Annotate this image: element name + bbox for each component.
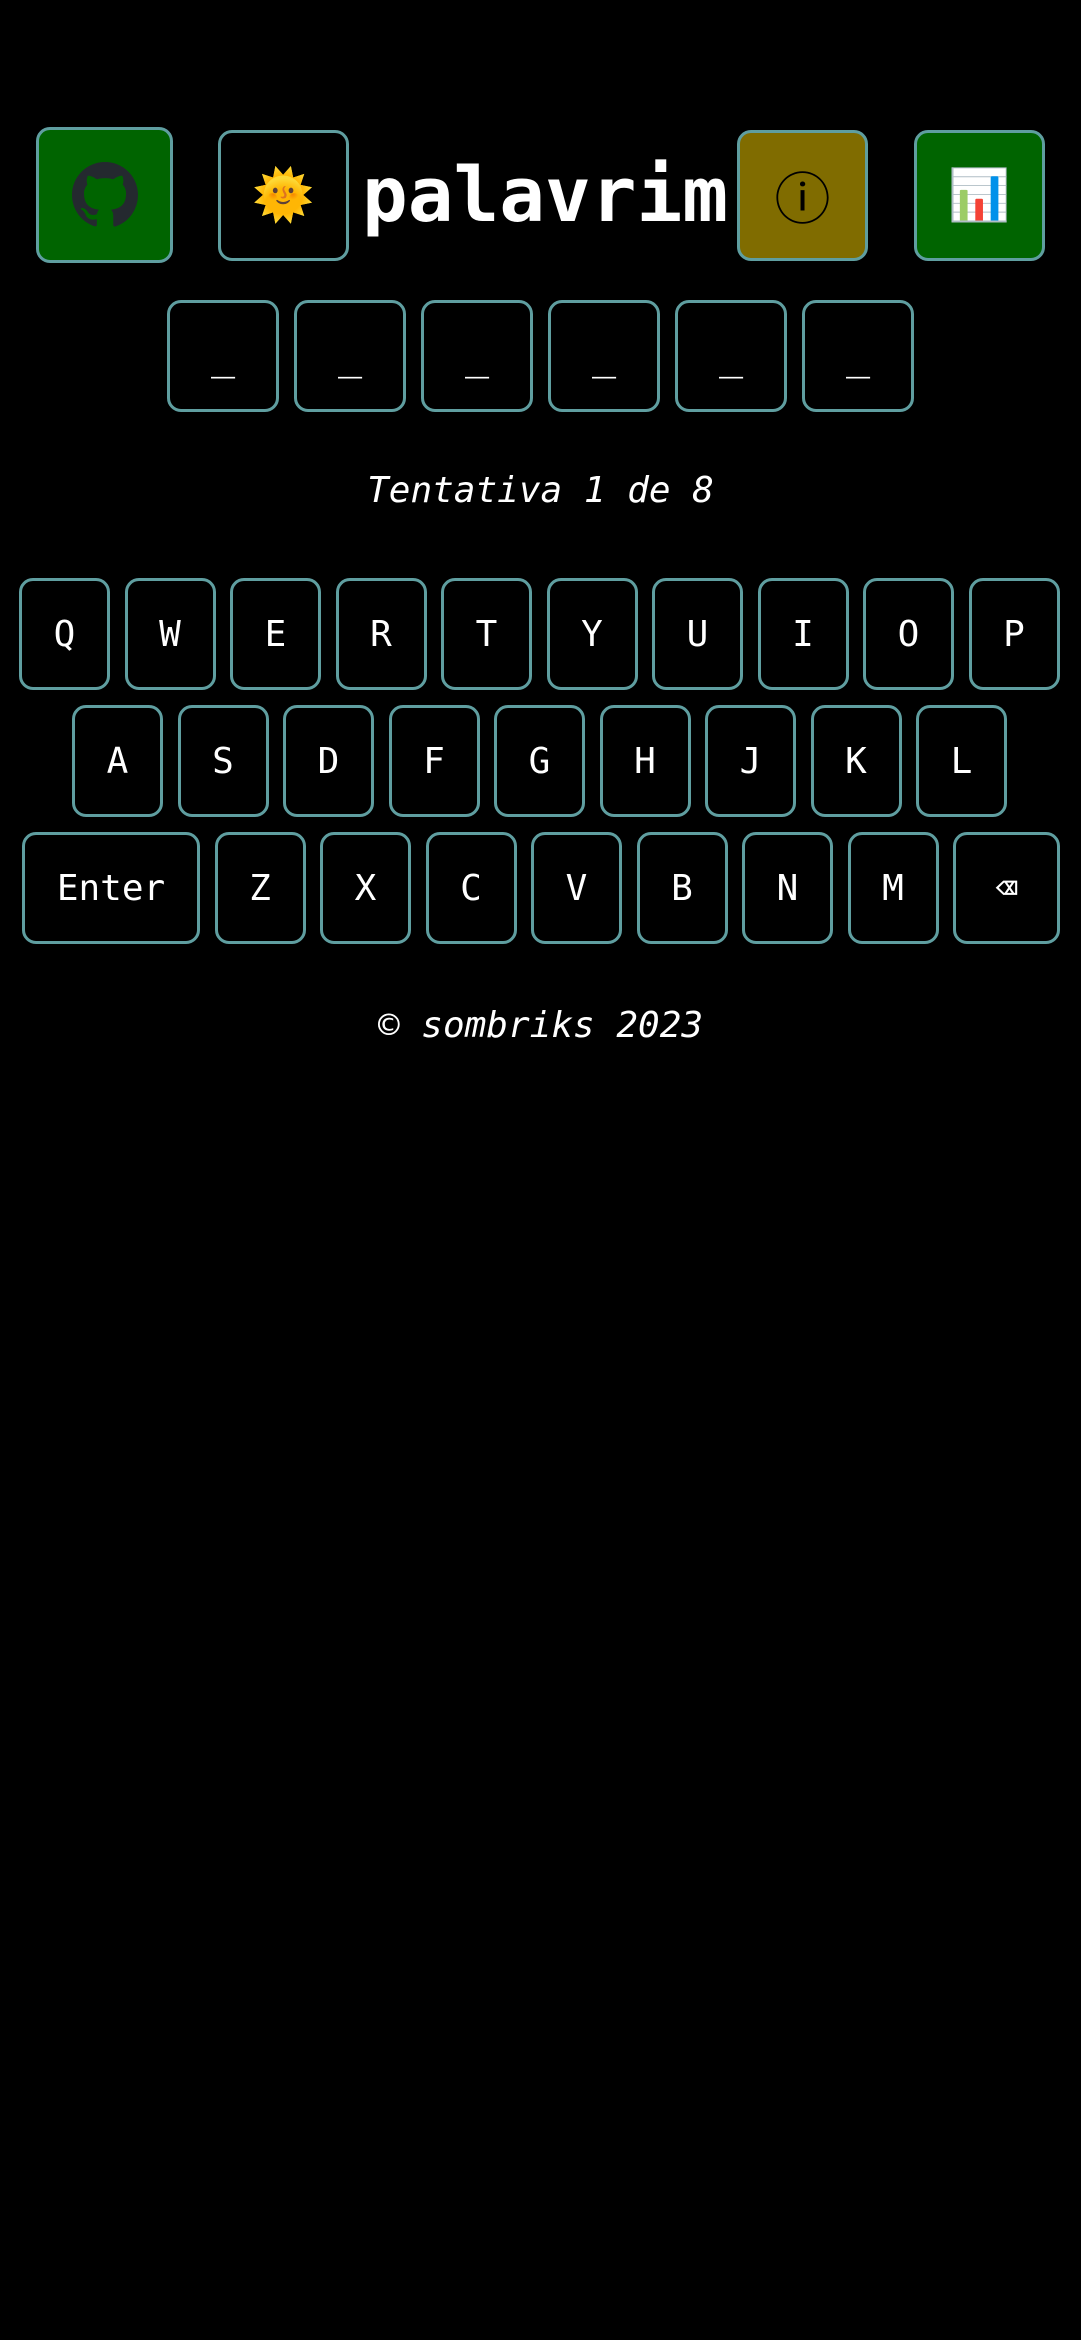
key-t[interactable]: T	[441, 578, 532, 690]
key-k[interactable]: K	[810, 705, 902, 817]
info-icon: ⓘ	[774, 168, 831, 233]
key-n[interactable]: N	[742, 832, 833, 944]
letter-tile: _	[675, 300, 787, 412]
key-f[interactable]: F	[388, 705, 480, 817]
sun-icon: 🌞	[252, 166, 315, 224]
key-s[interactable]: S	[177, 705, 269, 817]
key-w[interactable]: W	[124, 578, 216, 690]
info-button[interactable]: ⓘ	[737, 130, 868, 261]
key-q[interactable]: Q	[19, 578, 110, 690]
letter-tile: _	[548, 300, 660, 412]
key-m[interactable]: M	[847, 832, 939, 944]
key-h[interactable]: H	[599, 705, 691, 817]
key-x[interactable]: X	[320, 832, 411, 944]
backspace-key[interactable]: ⌫	[953, 832, 1060, 944]
github-button[interactable]	[36, 127, 173, 263]
letter-tile: _	[167, 300, 279, 412]
key-j[interactable]: J	[705, 705, 796, 817]
app-title: palavrim	[361, 150, 729, 239]
key-z[interactable]: Z	[214, 832, 306, 944]
key-a[interactable]: A	[72, 705, 163, 817]
key-y[interactable]: Y	[546, 578, 638, 690]
letter-tile: _	[802, 300, 914, 412]
key-p[interactable]: P	[968, 578, 1060, 690]
github-icon	[71, 162, 138, 227]
theme-toggle-button[interactable]: 🌞	[218, 130, 349, 261]
bar-chart-icon: 📊	[948, 166, 1011, 224]
letter-tile: _	[421, 300, 533, 412]
stats-button[interactable]: 📊	[914, 130, 1045, 261]
key-u[interactable]: U	[652, 578, 743, 690]
key-d[interactable]: D	[283, 705, 374, 817]
key-b[interactable]: B	[636, 832, 728, 944]
key-o[interactable]: O	[863, 578, 954, 690]
enter-key[interactable]: Enter	[22, 832, 200, 944]
letter-tile: _	[294, 300, 406, 412]
footer-copyright: © sombriks 2023	[377, 1005, 704, 1046]
key-c[interactable]: C	[425, 832, 517, 944]
attempt-status: Tentativa 1 de 8	[367, 470, 714, 511]
key-v[interactable]: V	[531, 832, 622, 944]
key-e[interactable]: E	[230, 578, 321, 690]
key-g[interactable]: G	[494, 705, 585, 817]
key-l[interactable]: L	[916, 705, 1007, 817]
key-i[interactable]: I	[757, 578, 849, 690]
key-r[interactable]: R	[335, 578, 427, 690]
